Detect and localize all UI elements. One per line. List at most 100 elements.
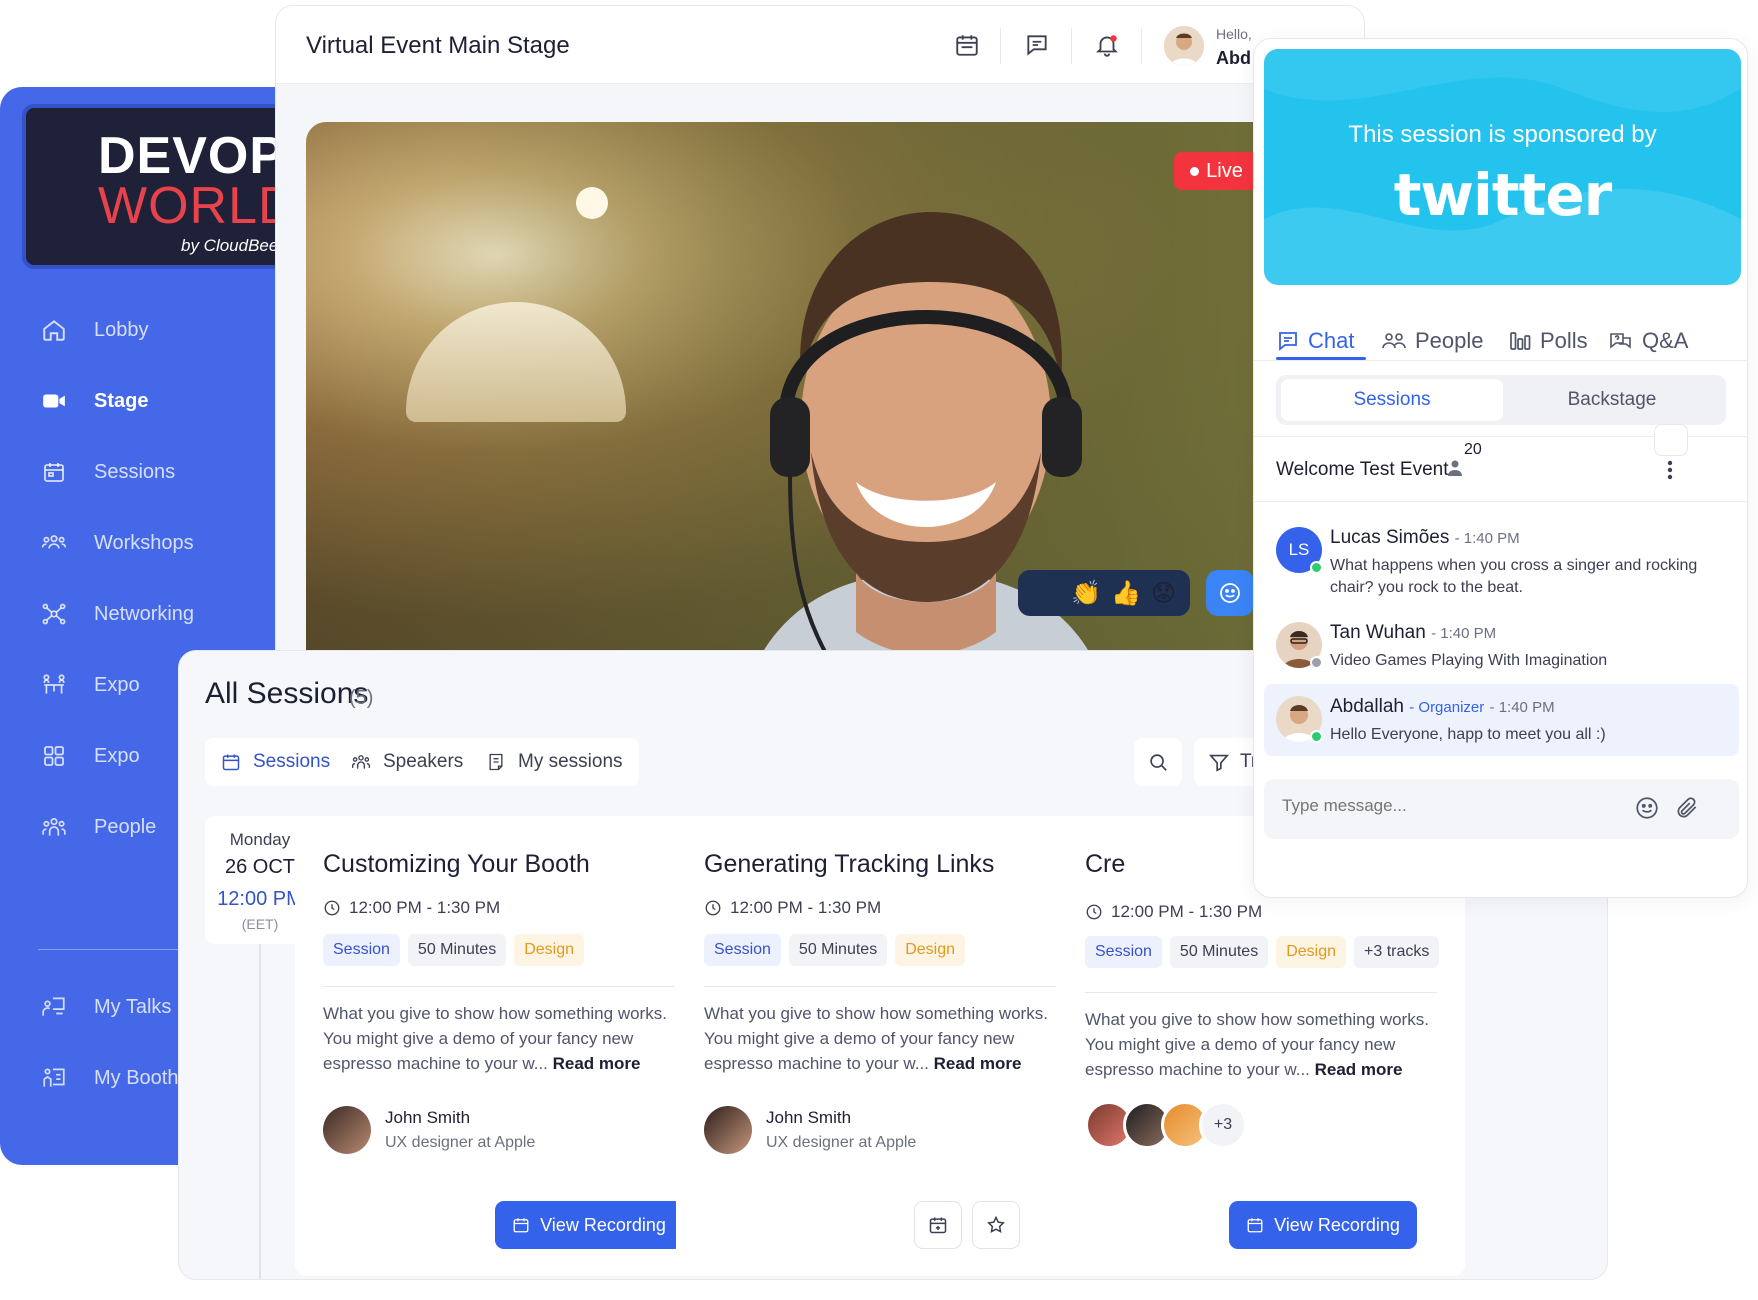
booth-icon [38, 1062, 70, 1094]
sponsor-text: This session is sponsored by [1348, 121, 1657, 148]
tag: Design [1276, 936, 1346, 968]
tab-my-sessions[interactable]: My sessions [470, 738, 639, 786]
tab-people[interactable]: People [1381, 319, 1484, 363]
session-description: What you give to show how something work… [323, 1001, 683, 1076]
room-divider [1254, 501, 1747, 502]
sponsor-banner[interactable]: This session is sponsored by twitter [1264, 49, 1741, 285]
message-composer [1264, 779, 1739, 839]
reaction-clap[interactable]: 👏 [1071, 579, 1101, 608]
calendar-add-icon [929, 1217, 947, 1234]
sidebar-item-sessions[interactable]: Sessions [38, 452, 175, 492]
segment-sessions[interactable]: Sessions [1281, 379, 1503, 421]
chat-panel: This session is sponsored by twitter Cha… [1253, 38, 1748, 898]
more-speakers-badge[interactable]: +3 [1199, 1101, 1247, 1149]
sidebar-item-stage[interactable]: Stage [38, 381, 148, 421]
session-card[interactable]: Generating Tracking Links 12:00 PM - 1:3… [676, 816, 1084, 1276]
calendar-icon[interactable] [954, 32, 982, 60]
avatar[interactable] [1164, 26, 1204, 66]
organizer-badge: - Organizer [1409, 699, 1485, 716]
sidebar-item-label: Lobby [94, 318, 149, 341]
reaction-button[interactable] [1206, 570, 1254, 616]
sidebar-item-lobby[interactable]: Lobby [38, 310, 149, 350]
sidebar-item-label: Workshops [94, 531, 194, 554]
speaker-role: UX designer at Apple [766, 1134, 917, 1151]
read-more-link[interactable]: Read more [934, 1054, 1022, 1073]
message-time: - 1:40 PM [1454, 530, 1520, 547]
session-tags: Session 50 Minutes Design +3 tracks [1085, 936, 1440, 968]
page-title: Virtual Event Main Stage [306, 32, 570, 59]
tab-label: Sessions [253, 751, 331, 772]
sidebar-item-expo[interactable]: Expo [38, 665, 140, 705]
tab-label: Polls [1540, 328, 1588, 353]
reaction-thumbs-up[interactable]: 👍 [1111, 579, 1141, 608]
tab-speakers[interactable]: Speakers [335, 738, 480, 786]
view-recording-button[interactable]: View Recording [1229, 1201, 1417, 1249]
notification-bell-icon[interactable] [1094, 32, 1122, 60]
chat-icon[interactable] [1024, 32, 1052, 60]
offline-status-dot [1310, 656, 1323, 669]
search-button[interactable] [1134, 738, 1182, 786]
online-status-dot [1310, 561, 1323, 574]
sidebar-item-label: Networking [94, 602, 195, 625]
card-divider [323, 986, 675, 987]
tag: 50 Minutes [788, 934, 888, 966]
stage-header: Virtual Event Main Stage Hello, Abd [276, 6, 1364, 84]
header-divider [1071, 28, 1072, 64]
favorite-button[interactable] [972, 1201, 1020, 1249]
read-more-link[interactable]: Read more [553, 1054, 641, 1073]
session-card[interactable]: Customizing Your Booth 12:00 PM - 1:30 P… [295, 816, 703, 1276]
sidebar-item-expo-grid[interactable]: Expo [38, 736, 140, 776]
tag: Session [704, 934, 781, 966]
tab-label: Speakers [383, 751, 464, 772]
add-to-calendar-button[interactable] [914, 1201, 962, 1249]
speaker-avatars: +3 [1085, 1101, 1247, 1149]
tab-sessions[interactable]: Sessions [205, 738, 347, 786]
video-player[interactable]: Live 👏 👍 😟 [306, 122, 1364, 704]
sidebar-item-workshops[interactable]: Workshops [38, 523, 194, 563]
session-time-text: 12:00 PM - 1:30 PM [730, 898, 882, 917]
avatar [323, 1106, 371, 1154]
tab-label: Chat [1308, 328, 1355, 353]
more-vertical-icon[interactable] [1664, 459, 1676, 481]
people-icon [1382, 333, 1406, 349]
emoji-icon[interactable] [1634, 795, 1660, 821]
room-title: Welcome Test Event [1276, 459, 1449, 480]
calendar-icon [513, 1218, 529, 1233]
sidebar-item-my-booth[interactable]: My Booth [38, 1058, 178, 1098]
view-recording-label: View Recording [540, 1214, 666, 1235]
speaker-role: UX designer at Apple [385, 1134, 536, 1151]
card-divider [1085, 992, 1437, 993]
tab-polls[interactable]: Polls [1508, 319, 1588, 363]
home-icon [38, 314, 70, 346]
speaker-name: John Smith [766, 1108, 852, 1127]
sidebar-item-networking[interactable]: Networking [38, 594, 194, 634]
session-title: Generating Tracking Links [704, 850, 995, 878]
logo-line2: WORLD [98, 177, 297, 235]
reaction-worried[interactable]: 😟 [1151, 579, 1176, 608]
sidebar-item-label: Sessions [94, 460, 176, 483]
attachment-icon[interactable] [1674, 795, 1700, 821]
sidebar-item-people[interactable]: People [38, 807, 156, 847]
message-header: Lucas Simões - 1:40 PM [1330, 527, 1520, 549]
room-options-button[interactable] [1654, 424, 1688, 456]
view-recording-button[interactable]: View Recording [495, 1201, 683, 1249]
message-author: Lucas Simões [1330, 527, 1450, 548]
message-text: Video Games Playing With Imagination [1330, 652, 1608, 669]
header-divider [1000, 28, 1001, 64]
avatar [704, 1106, 752, 1154]
chat-message: Abdallah - Organizer - 1:40 PM Hello Eve… [1264, 684, 1739, 756]
sidebar-item-label: Stage [94, 389, 149, 412]
user-name: Abd [1216, 48, 1251, 68]
tab-qa[interactable]: Q&A [1608, 319, 1688, 363]
session-description: What you give to show how something work… [704, 1001, 1064, 1076]
message-input[interactable] [1282, 796, 1582, 816]
session-description: What you give to show how something work… [1085, 1007, 1445, 1082]
calendar-icon [222, 754, 240, 771]
message-time: - 1:40 PM [1431, 625, 1497, 642]
sidebar-item-label: My Talks [94, 995, 172, 1018]
online-status-dot [1310, 730, 1323, 743]
read-more-link[interactable]: Read more [1315, 1060, 1403, 1079]
sidebar-item-my-talks[interactable]: My Talks [38, 987, 171, 1027]
segment-backstage[interactable]: Backstage [1503, 379, 1721, 421]
live-label: Live [1206, 159, 1243, 182]
